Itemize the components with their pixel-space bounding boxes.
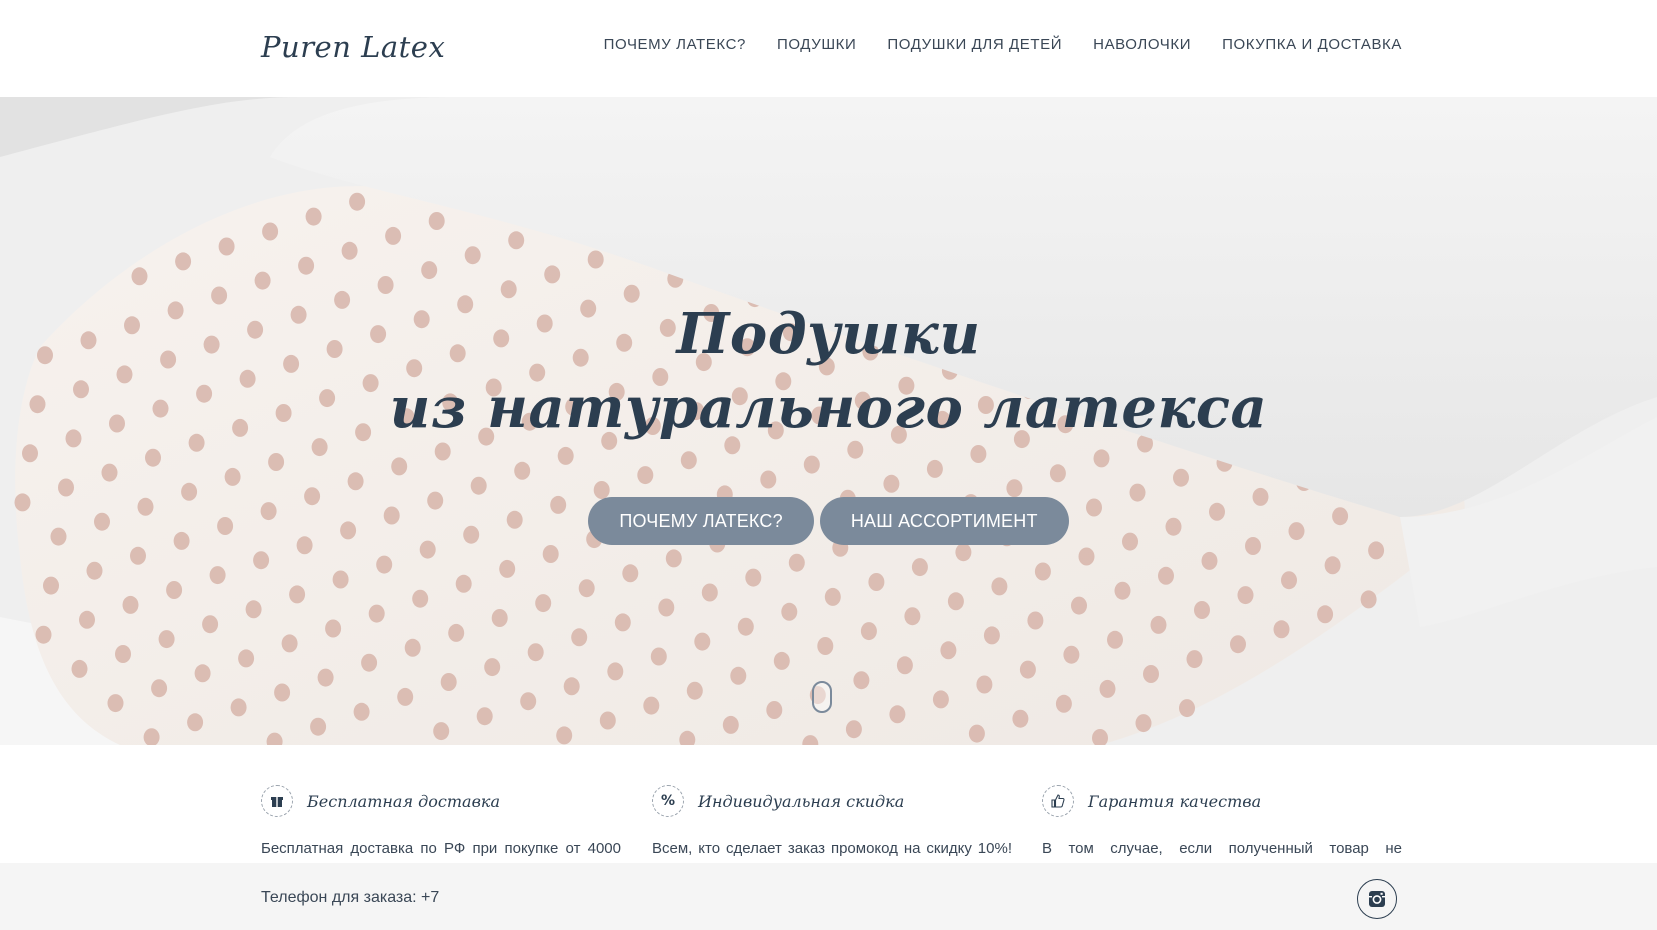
nav-item-pillows[interactable]: ПОДУШКИ	[777, 36, 856, 53]
feature-text: Бесплатная доставка по РФ при покупке от…	[261, 840, 621, 857]
feature-title: Индивидуальная скидка	[698, 791, 905, 811]
nav-item-kids-pillows[interactable]: ПОДУШКИ ДЛЯ ДЕТЕЙ	[887, 36, 1062, 53]
feature-quality-guarantee: Гарантия качества В том случае, если пол…	[1042, 785, 1402, 861]
feature-title: Бесплатная доставка	[307, 791, 500, 811]
feature-discount: % Индивидуальная скидка Всем, кто сделае…	[652, 785, 1012, 861]
instagram-icon[interactable]	[1357, 879, 1397, 919]
hero-title-line2: из натурального латекса	[389, 375, 1268, 441]
nav-item-purchase-delivery[interactable]: ПОКУПКА И ДОСТАВКА	[1222, 36, 1402, 53]
scroll-down-icon[interactable]	[812, 681, 832, 713]
hero-title-line1: Подушки	[676, 301, 981, 367]
hero-buttons: ПОЧЕМУ ЛАТЕКС? НАШ АССОРТИМЕНТ	[0, 497, 1657, 545]
nav-item-pillowcases[interactable]: НАВОЛОЧКИ	[1093, 36, 1191, 53]
features-section: Бесплатная доставка Бесплатная доставка …	[0, 745, 1657, 865]
logo[interactable]: Puren Latex	[261, 30, 445, 64]
hero-title: Подушки из натурального латекса	[0, 297, 1657, 445]
order-phone: Телефон для заказа: +7	[261, 889, 440, 906]
why-latex-button[interactable]: ПОЧЕМУ ЛАТЕКС?	[588, 497, 814, 545]
nav-item-why-latex[interactable]: ПОЧЕМУ ЛАТЕКС?	[604, 36, 746, 53]
hero-section: Подушки из натурального латекса ПОЧЕМУ Л…	[0, 97, 1657, 745]
gift-icon	[261, 785, 293, 817]
site-header: Puren Latex ПОЧЕМУ ЛАТЕКС? ПОДУШКИ ПОДУШ…	[0, 0, 1657, 97]
percent-icon: %	[652, 785, 684, 817]
feature-text: В том случае, если полученный товар не	[1042, 840, 1402, 857]
thumbs-up-icon	[1042, 785, 1074, 817]
footer-bar: Телефон для заказа: +7	[0, 863, 1657, 930]
main-nav: ПОЧЕМУ ЛАТЕКС? ПОДУШКИ ПОДУШКИ ДЛЯ ДЕТЕЙ…	[604, 36, 1402, 53]
assortment-button[interactable]: НАШ АССОРТИМЕНТ	[819, 497, 1069, 545]
feature-title: Гарантия качества	[1088, 791, 1262, 811]
feature-free-delivery: Бесплатная доставка Бесплатная доставка …	[261, 785, 621, 861]
feature-text: Всем, кто сделает заказ промокод на скид…	[652, 840, 1012, 857]
